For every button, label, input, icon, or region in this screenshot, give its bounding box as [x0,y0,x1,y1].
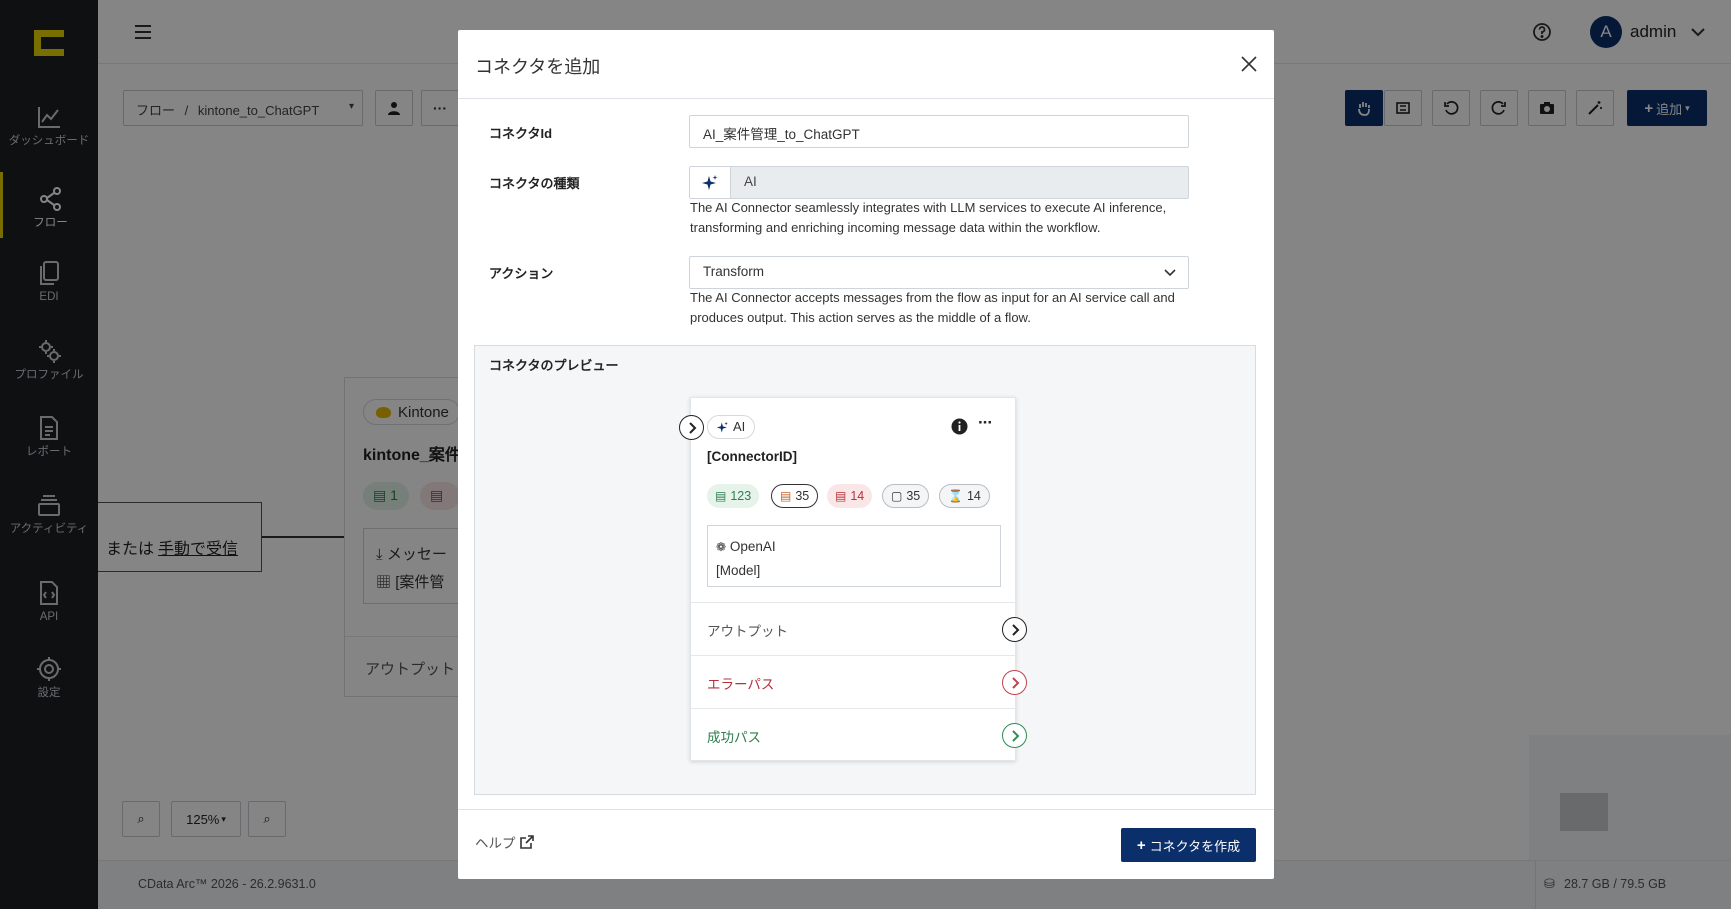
file-check-icon: ▤ [715,489,727,503]
action-label: アクション [489,266,554,281]
openai-icon: ❁ [716,540,727,554]
success-port[interactable] [1002,723,1027,748]
action-select-value: Transform [703,264,765,279]
badge-count: 35 [795,489,810,503]
action-description: The AI Connector accepts messages from t… [690,290,1175,325]
queued-count-badge: ⌛ 14 [939,484,990,508]
badge-count: 14 [850,489,865,503]
provider-row: ❁ OpenAI [716,535,992,559]
connector-preview-card: AI ··· [ConnectorID] ▤ 123 ▤ 35 ▤ 14 ▢ 35 ⌛ 1… [679,397,1027,761]
help-link[interactable]: ヘルプ [475,832,534,852]
modal-title: コネクタを追加 [475,57,601,77]
create-connector-label: コネクタを作成 [1149,838,1241,854]
external-link-icon [519,835,534,849]
action-select[interactable]: Transform [689,256,1189,289]
connector-id-input[interactable]: AI_案件管理_to_ChatGPT [689,115,1189,148]
output-path-label: アウトプット [707,624,788,639]
error-count-badge: ▤ 14 [827,484,873,508]
preview-connector-id: [ConnectorID] [707,449,797,464]
success-path-row[interactable]: 成功パス [691,708,1027,761]
add-connector-modal: コネクタを追加 コネクタId AI_案件管理_to_ChatGPT コネクタの種… [458,30,1274,879]
error-port[interactable] [1002,670,1027,695]
file-error-icon: ▤ [835,489,847,503]
output-path-row[interactable]: アウトプット [691,602,1027,655]
model-info-box: ❁ OpenAI [Model] [707,525,1001,587]
hourglass-icon: ⌛ [948,489,963,503]
model-name: [Model] [716,563,761,578]
close-icon[interactable] [1238,53,1260,75]
connector-type-pill: AI [707,415,756,439]
input-port[interactable] [679,415,704,440]
connector-id-label: コネクタId [489,126,553,141]
connector-type-description: The AI Connector seamlessly integrates w… [690,200,1167,235]
badge-count: 14 [966,489,981,503]
modal-header: コネクタを追加 [458,30,1274,99]
connector-preview-panel: コネクタのプレビュー AI ··· [ConnectorID] ▤ 123 ▤ 35… [474,345,1256,795]
ai-sparkle-icon [716,421,728,433]
badge-count: 123 [730,489,752,503]
preview-title: コネクタのプレビュー [489,358,619,373]
modal-footer: ヘルプ + コネクタを作成 [458,809,1274,879]
skipped-count-badge: ▢ 35 [882,484,930,508]
pending-count-badge: ▤ 35 [771,484,819,508]
success-count-badge: ▤ 123 [707,484,760,508]
chevron-right-icon [1011,676,1019,689]
connector-type-value: AI [744,174,757,189]
help-label: ヘルプ [475,836,516,851]
file-icon: ▢ [891,489,903,503]
more-options-icon[interactable]: ··· [978,413,993,433]
error-path-row[interactable]: エラーパス [691,655,1027,708]
file-pending-icon: ▤ [780,489,792,503]
connector-type-label: コネクタの種類 [489,176,580,191]
chevron-right-icon [688,421,696,434]
connector-type-field: AI [689,166,1189,199]
success-path-label: 成功パス [707,730,761,745]
chevron-right-icon [1011,729,1019,742]
output-port[interactable] [1002,617,1027,642]
info-circle-icon[interactable] [951,418,968,435]
connector-type-pill-label: AI [733,419,746,434]
error-path-label: エラーパス [707,677,775,692]
create-connector-button[interactable]: + コネクタを作成 [1121,828,1256,862]
chevron-right-icon [1011,623,1019,636]
badge-count: 35 [906,489,921,503]
chevron-down-icon [1164,269,1176,277]
provider-name: OpenAI [729,539,776,554]
plus-icon: + [1136,836,1146,854]
ai-sparkle-icon [690,167,731,198]
